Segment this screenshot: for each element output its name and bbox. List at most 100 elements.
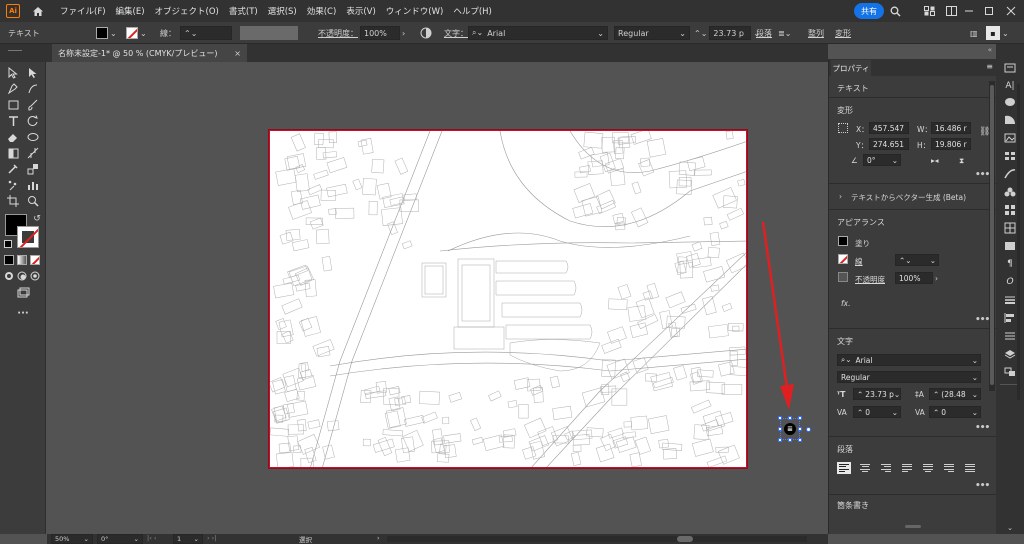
gradient-mode-icon[interactable] <box>17 255 27 265</box>
stroke-width-field[interactable]: ⌃⌄ <box>180 26 232 40</box>
y-field[interactable]: 274.651 <box>869 138 909 150</box>
w-field[interactable]: 16.486 r <box>931 122 971 134</box>
panel-menu-icon[interactable]: ▪ ⌄ <box>986 26 1009 40</box>
leading-field[interactable]: ⌃ (28.48 ⌄ <box>929 388 981 400</box>
close-icon[interactable] <box>1004 4 1018 18</box>
layers-panel-icon[interactable] <box>1003 348 1017 360</box>
brushes-panel-icon[interactable] <box>1003 168 1017 180</box>
pen-tool-icon[interactable] <box>6 82 20 96</box>
none-mode-icon[interactable] <box>30 255 40 265</box>
appearance-panel-icon[interactable] <box>1003 96 1017 108</box>
minimize-icon[interactable] <box>962 4 976 18</box>
workspace-icon[interactable] <box>922 4 936 18</box>
opacity-field[interactable]: 100% <box>360 26 400 40</box>
horizontal-scrollbar[interactable] <box>387 536 807 542</box>
screen-mode-icon[interactable] <box>16 285 30 299</box>
menu-select[interactable]: 選択(S) <box>268 5 297 17</box>
flip-vertical-icon[interactable]: ⧗ <box>959 156 964 166</box>
fill-swatch[interactable]: ⌄ <box>96 26 117 40</box>
style-preview[interactable] <box>240 26 298 40</box>
panel-menu-icon[interactable]: ≡ <box>986 62 993 71</box>
artboard-number-field[interactable]: 1 ⌄ <box>173 534 203 544</box>
artboard-nav-next-icon[interactable]: › ›| <box>207 534 216 542</box>
dock-scroll-down-icon[interactable]: ⌄ <box>1003 522 1017 534</box>
properties-panel-icon[interactable] <box>1003 62 1017 74</box>
paragraph-panel-icon[interactable]: ¶ <box>1003 258 1017 270</box>
maximize-icon[interactable] <box>982 4 996 18</box>
menu-window[interactable]: ウィンドウ(W) <box>386 5 444 17</box>
tab-close-icon[interactable]: × <box>234 49 241 58</box>
selection-tool-icon[interactable] <box>6 66 20 80</box>
stroke-panel-icon[interactable] <box>1003 294 1017 306</box>
zoom-field[interactable]: 50% ⌄ <box>51 534 93 544</box>
panel-font-style-select[interactable]: Regular ⌄ <box>837 371 981 383</box>
menu-type[interactable]: 書式(T) <box>229 5 258 17</box>
transform-more-icon[interactable]: ••• <box>975 170 990 180</box>
pathfinder-panel-icon[interactable] <box>1003 330 1017 342</box>
opacity-arrow-icon[interactable]: › <box>402 26 405 40</box>
align-label[interactable]: 整列 <box>808 26 824 40</box>
reference-point-icon[interactable] <box>838 123 848 133</box>
font-style-select[interactable]: Regular ⌄ <box>614 26 690 40</box>
menu-file[interactable]: ファイル(F) <box>60 5 106 17</box>
angle-field[interactable]: 0° ⌄ <box>863 154 901 166</box>
stroke-swatch[interactable]: ⌄ <box>126 26 147 40</box>
kerning-field[interactable]: ⌃ 0 ⌄ <box>853 406 901 418</box>
status-arrow-icon[interactable]: › <box>377 534 380 542</box>
vector-gen-chevron-icon[interactable]: › <box>839 192 842 201</box>
search-icon[interactable] <box>888 4 902 18</box>
rotation-field[interactable]: 0° ⌄ <box>97 534 143 544</box>
canvas-area[interactable]: ≣ <box>47 62 828 534</box>
color-mode-icon[interactable] <box>4 255 14 265</box>
menu-effect[interactable]: 効果(C) <box>307 5 337 17</box>
arrange-icon[interactable] <box>944 4 958 18</box>
align-left-icon[interactable] <box>837 462 851 474</box>
document-tab[interactable]: 名称未設定-1* @ 50 % (CMYK/プレビュー) × <box>52 44 247 62</box>
opentype-panel-icon[interactable]: O <box>1003 276 1017 288</box>
blend-tool-icon[interactable] <box>26 162 40 176</box>
panel-font-size-field[interactable]: ⌃ 23.73 p ⌄ <box>853 388 901 400</box>
tracking-field[interactable]: ⌃ 0 ⌄ <box>929 406 981 418</box>
image-trace-panel-icon[interactable] <box>1003 132 1017 144</box>
justify-left-icon[interactable] <box>900 462 914 474</box>
h-field[interactable]: 19.806 r <box>931 138 971 150</box>
justify-all-icon[interactable] <box>963 462 977 474</box>
curvature-tool-icon[interactable] <box>26 82 40 96</box>
opacity-arrow-icon[interactable]: › <box>935 274 938 283</box>
text-align-icon[interactable]: ≣⌄ <box>778 26 791 40</box>
align-center-icon[interactable] <box>858 462 872 474</box>
panel-scrollbar[interactable] <box>989 81 995 391</box>
eraser-tool-icon[interactable] <box>6 130 20 144</box>
transform-label[interactable]: 変形 <box>835 26 851 40</box>
character-label[interactable]: 文字： <box>444 26 468 40</box>
layers-grid-panel-icon[interactable] <box>1003 222 1017 234</box>
font-size-field[interactable]: ⌃⌄ 23.73 p ⌄ <box>694 26 760 40</box>
share-button[interactable]: 共有 <box>854 3 884 19</box>
draw-inside-icon[interactable] <box>28 269 42 283</box>
appearance-stroke-swatch[interactable] <box>838 254 848 264</box>
appearance-fill-swatch[interactable] <box>838 236 848 246</box>
graphic-styles-panel-icon[interactable] <box>1003 204 1017 216</box>
panel-collapse-icon[interactable]: « <box>988 46 992 54</box>
transparency-panel-icon[interactable] <box>1003 240 1017 252</box>
align-right-icon[interactable] <box>879 462 893 474</box>
stroke-label[interactable]: 線 <box>855 256 863 267</box>
recolor-icon[interactable] <box>420 26 432 40</box>
stroke-weight-field[interactable]: ⌃⌄ ⌄ <box>895 254 939 266</box>
symbol-sprayer-tool-icon[interactable] <box>6 178 20 192</box>
menu-object[interactable]: オブジェクト(O) <box>155 5 219 17</box>
artboard-nav-first-icon[interactable]: |‹ ‹ <box>147 534 156 542</box>
home-icon[interactable] <box>30 3 46 19</box>
align-panel-icon[interactable] <box>1003 312 1017 324</box>
paragraph-more-icon[interactable]: ••• <box>975 481 990 491</box>
rectangle-tool-icon[interactable] <box>6 98 20 112</box>
appearance-more-icon[interactable]: ••• <box>975 315 990 325</box>
artboard-tool-icon[interactable] <box>6 194 20 208</box>
symbols-panel-icon[interactable] <box>1003 186 1017 198</box>
direct-selection-tool-icon[interactable] <box>26 66 40 80</box>
flip-horizontal-icon[interactable]: ▸◂ <box>931 156 939 165</box>
character-more-icon[interactable]: ••• <box>975 423 990 433</box>
justify-right-icon[interactable] <box>942 462 956 474</box>
color-guide-panel-icon[interactable] <box>1003 114 1017 126</box>
opacity-label[interactable]: 不透明度： <box>318 26 358 40</box>
